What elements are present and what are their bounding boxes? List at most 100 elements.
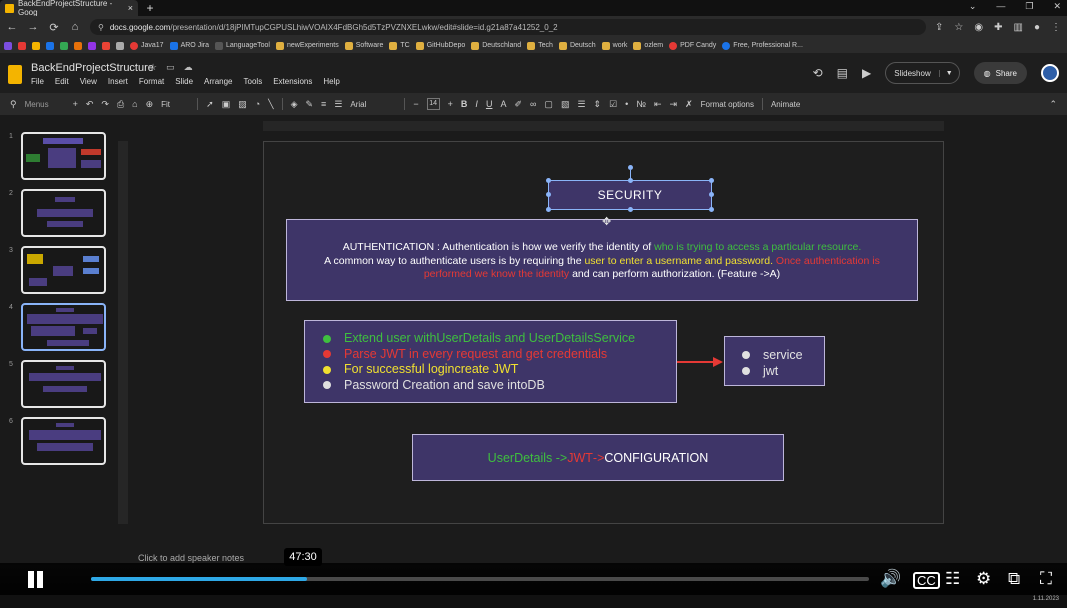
search-menus-field[interactable]: Menus [25, 100, 65, 109]
border-dash-icon[interactable]: ☰ [334, 99, 342, 110]
settings-gear-icon[interactable]: ⚙ [976, 569, 991, 589]
resize-handle[interactable] [546, 207, 551, 212]
minimize-icon[interactable]: — [996, 1, 1005, 12]
slide-thumbnail-2[interactable] [21, 189, 106, 237]
search-icon[interactable]: ⚲ [10, 99, 17, 110]
font-size-field[interactable]: 14 [426, 98, 440, 110]
menu-view[interactable]: View [80, 77, 97, 86]
align-icon[interactable]: ☰ [577, 99, 585, 110]
configuration-box[interactable]: UserDetails -> JWT -> CONFIGURATION [412, 434, 784, 481]
zoom-select[interactable]: Fit [161, 100, 189, 109]
browser-tab[interactable]: BackEndProjectStructure - Goog × [0, 0, 138, 17]
authentication-box[interactable]: AUTHENTICATION : Authentication is how w… [286, 219, 918, 301]
home-icon[interactable]: ⌂ [69, 21, 81, 33]
security-title-box[interactable]: SECURITY [548, 180, 712, 210]
back-icon[interactable]: ← [6, 21, 18, 33]
bookmark-icon[interactable] [74, 41, 82, 50]
forward-icon[interactable]: → [27, 21, 39, 33]
slideshow-button[interactable]: Slideshow ▼ [885, 62, 960, 84]
share-button[interactable]: ◍ Share [973, 62, 1027, 84]
bookmark-deutsch[interactable]: Deutsch [558, 41, 596, 50]
speaker-notes-field[interactable]: Click to add speaker notes [138, 553, 244, 563]
transcript-icon[interactable]: ☷ [945, 569, 960, 589]
security-title-text[interactable]: SECURITY [598, 188, 663, 202]
menu-slide[interactable]: Slide [175, 77, 193, 86]
resize-handle[interactable] [546, 178, 551, 183]
redo-icon[interactable]: ↷ [101, 99, 109, 110]
bookmark-languagetool[interactable]: LanguageTool [214, 41, 270, 50]
cloud-status-icon[interactable]: ☁ [184, 62, 193, 73]
clear-format-icon[interactable]: ✗ [685, 99, 693, 110]
profile-icon[interactable]: ● [1034, 22, 1040, 33]
bookmark-aro-jira[interactable]: ARO Jira [169, 41, 209, 50]
bookmark-icon[interactable] [46, 41, 54, 50]
history-icon[interactable]: ⟲ [813, 66, 823, 80]
extension-icon[interactable]: ◉ [974, 22, 983, 33]
menu-edit[interactable]: Edit [55, 77, 69, 86]
shape-icon[interactable]: ◔ [255, 99, 260, 109]
numbered-list-icon[interactable]: № [636, 99, 646, 109]
border-color-icon[interactable]: ✎ [306, 99, 314, 110]
italic-icon[interactable]: I [475, 99, 478, 109]
chevron-down-icon[interactable]: ⌄ [969, 1, 977, 12]
fullscreen-icon[interactable]: ⛶ [1040, 569, 1052, 589]
site-info-icon[interactable]: ⚲ [98, 23, 104, 32]
captions-icon[interactable]: CC [913, 572, 940, 589]
line-icon[interactable]: ╲ [268, 99, 273, 110]
bookmark-star-icon[interactable]: ☆ [954, 22, 963, 33]
text-color-icon[interactable]: A [500, 99, 506, 109]
move-folder-icon[interactable]: ▭ [166, 62, 175, 73]
reload-icon[interactable]: ⟳ [48, 21, 60, 34]
textbox-icon[interactable]: ▣ [222, 99, 231, 110]
link-icon[interactable]: ∞ [530, 99, 536, 109]
checklist-icon[interactable]: ☑ [609, 99, 617, 110]
menu-insert[interactable]: Insert [108, 77, 128, 86]
bookmark-icon[interactable] [32, 41, 40, 50]
sidebar-icon[interactable]: ▥ [1014, 22, 1023, 33]
vertical-ruler[interactable] [118, 141, 128, 524]
star-icon[interactable]: ☆ [149, 62, 157, 73]
menu-tools[interactable]: Tools [244, 77, 263, 86]
slide-thumbnail-3[interactable] [21, 246, 106, 294]
image-icon[interactable]: ▨ [238, 99, 247, 110]
menu-extensions[interactable]: Extensions [273, 77, 312, 86]
meet-icon[interactable]: ▶ [862, 66, 871, 80]
fill-color-icon[interactable]: ◈ [291, 99, 298, 110]
bookmark-newexperiments[interactable]: newExperiments [275, 41, 339, 50]
slide-thumbnail-1[interactable] [21, 132, 106, 180]
bookmark-ozlem[interactable]: ozlem [633, 41, 663, 50]
pip-icon[interactable]: ⧉ [1008, 569, 1020, 589]
bulleted-list-icon[interactable]: • [625, 99, 628, 109]
new-slide-icon[interactable]: + [73, 99, 78, 109]
menu-help[interactable]: Help [323, 77, 339, 86]
increase-font-icon[interactable]: + [448, 99, 453, 109]
tab-close-icon[interactable]: × [128, 3, 133, 13]
document-title[interactable]: BackEndProjectStructure [31, 62, 154, 74]
services-box[interactable]: service jwt [724, 336, 825, 386]
bold-icon[interactable]: B [461, 99, 468, 109]
line-spacing-icon[interactable]: ⇕ [594, 99, 602, 110]
puzzle-icon[interactable]: ✚ [994, 22, 1002, 33]
animate-button[interactable]: Animate [771, 100, 800, 109]
indent-increase-icon[interactable]: ⇥ [670, 99, 678, 110]
horizontal-ruler[interactable] [263, 121, 944, 131]
resize-handle[interactable] [709, 207, 714, 212]
resize-handle[interactable] [709, 178, 714, 183]
comment-icon[interactable]: ▢ [544, 99, 553, 110]
zoom-icon[interactable]: ⊕ [146, 99, 154, 110]
comments-icon[interactable]: ▤ [837, 66, 848, 80]
highlight-icon[interactable]: ✐ [514, 99, 522, 110]
decrease-font-icon[interactable]: − [413, 99, 418, 109]
undo-icon[interactable]: ↶ [86, 99, 94, 110]
slide-thumbnail-5[interactable] [21, 360, 106, 408]
slide-thumbnail-6[interactable] [21, 417, 106, 465]
collapse-chevron-icon[interactable]: ⌃ [1049, 99, 1057, 110]
share-page-icon[interactable]: ⇪ [935, 22, 943, 33]
image-insert-icon[interactable]: ▧ [561, 99, 570, 110]
bookmark-youtube-icon[interactable] [18, 41, 26, 50]
chevron-down-icon[interactable]: ▼ [938, 69, 959, 77]
bookmark-apps-icon[interactable] [4, 41, 12, 50]
close-window-icon[interactable]: ✕ [1053, 1, 1061, 12]
print-icon[interactable]: ⎙ [117, 99, 124, 110]
bookmark-java17[interactable]: Java17 [130, 41, 164, 50]
